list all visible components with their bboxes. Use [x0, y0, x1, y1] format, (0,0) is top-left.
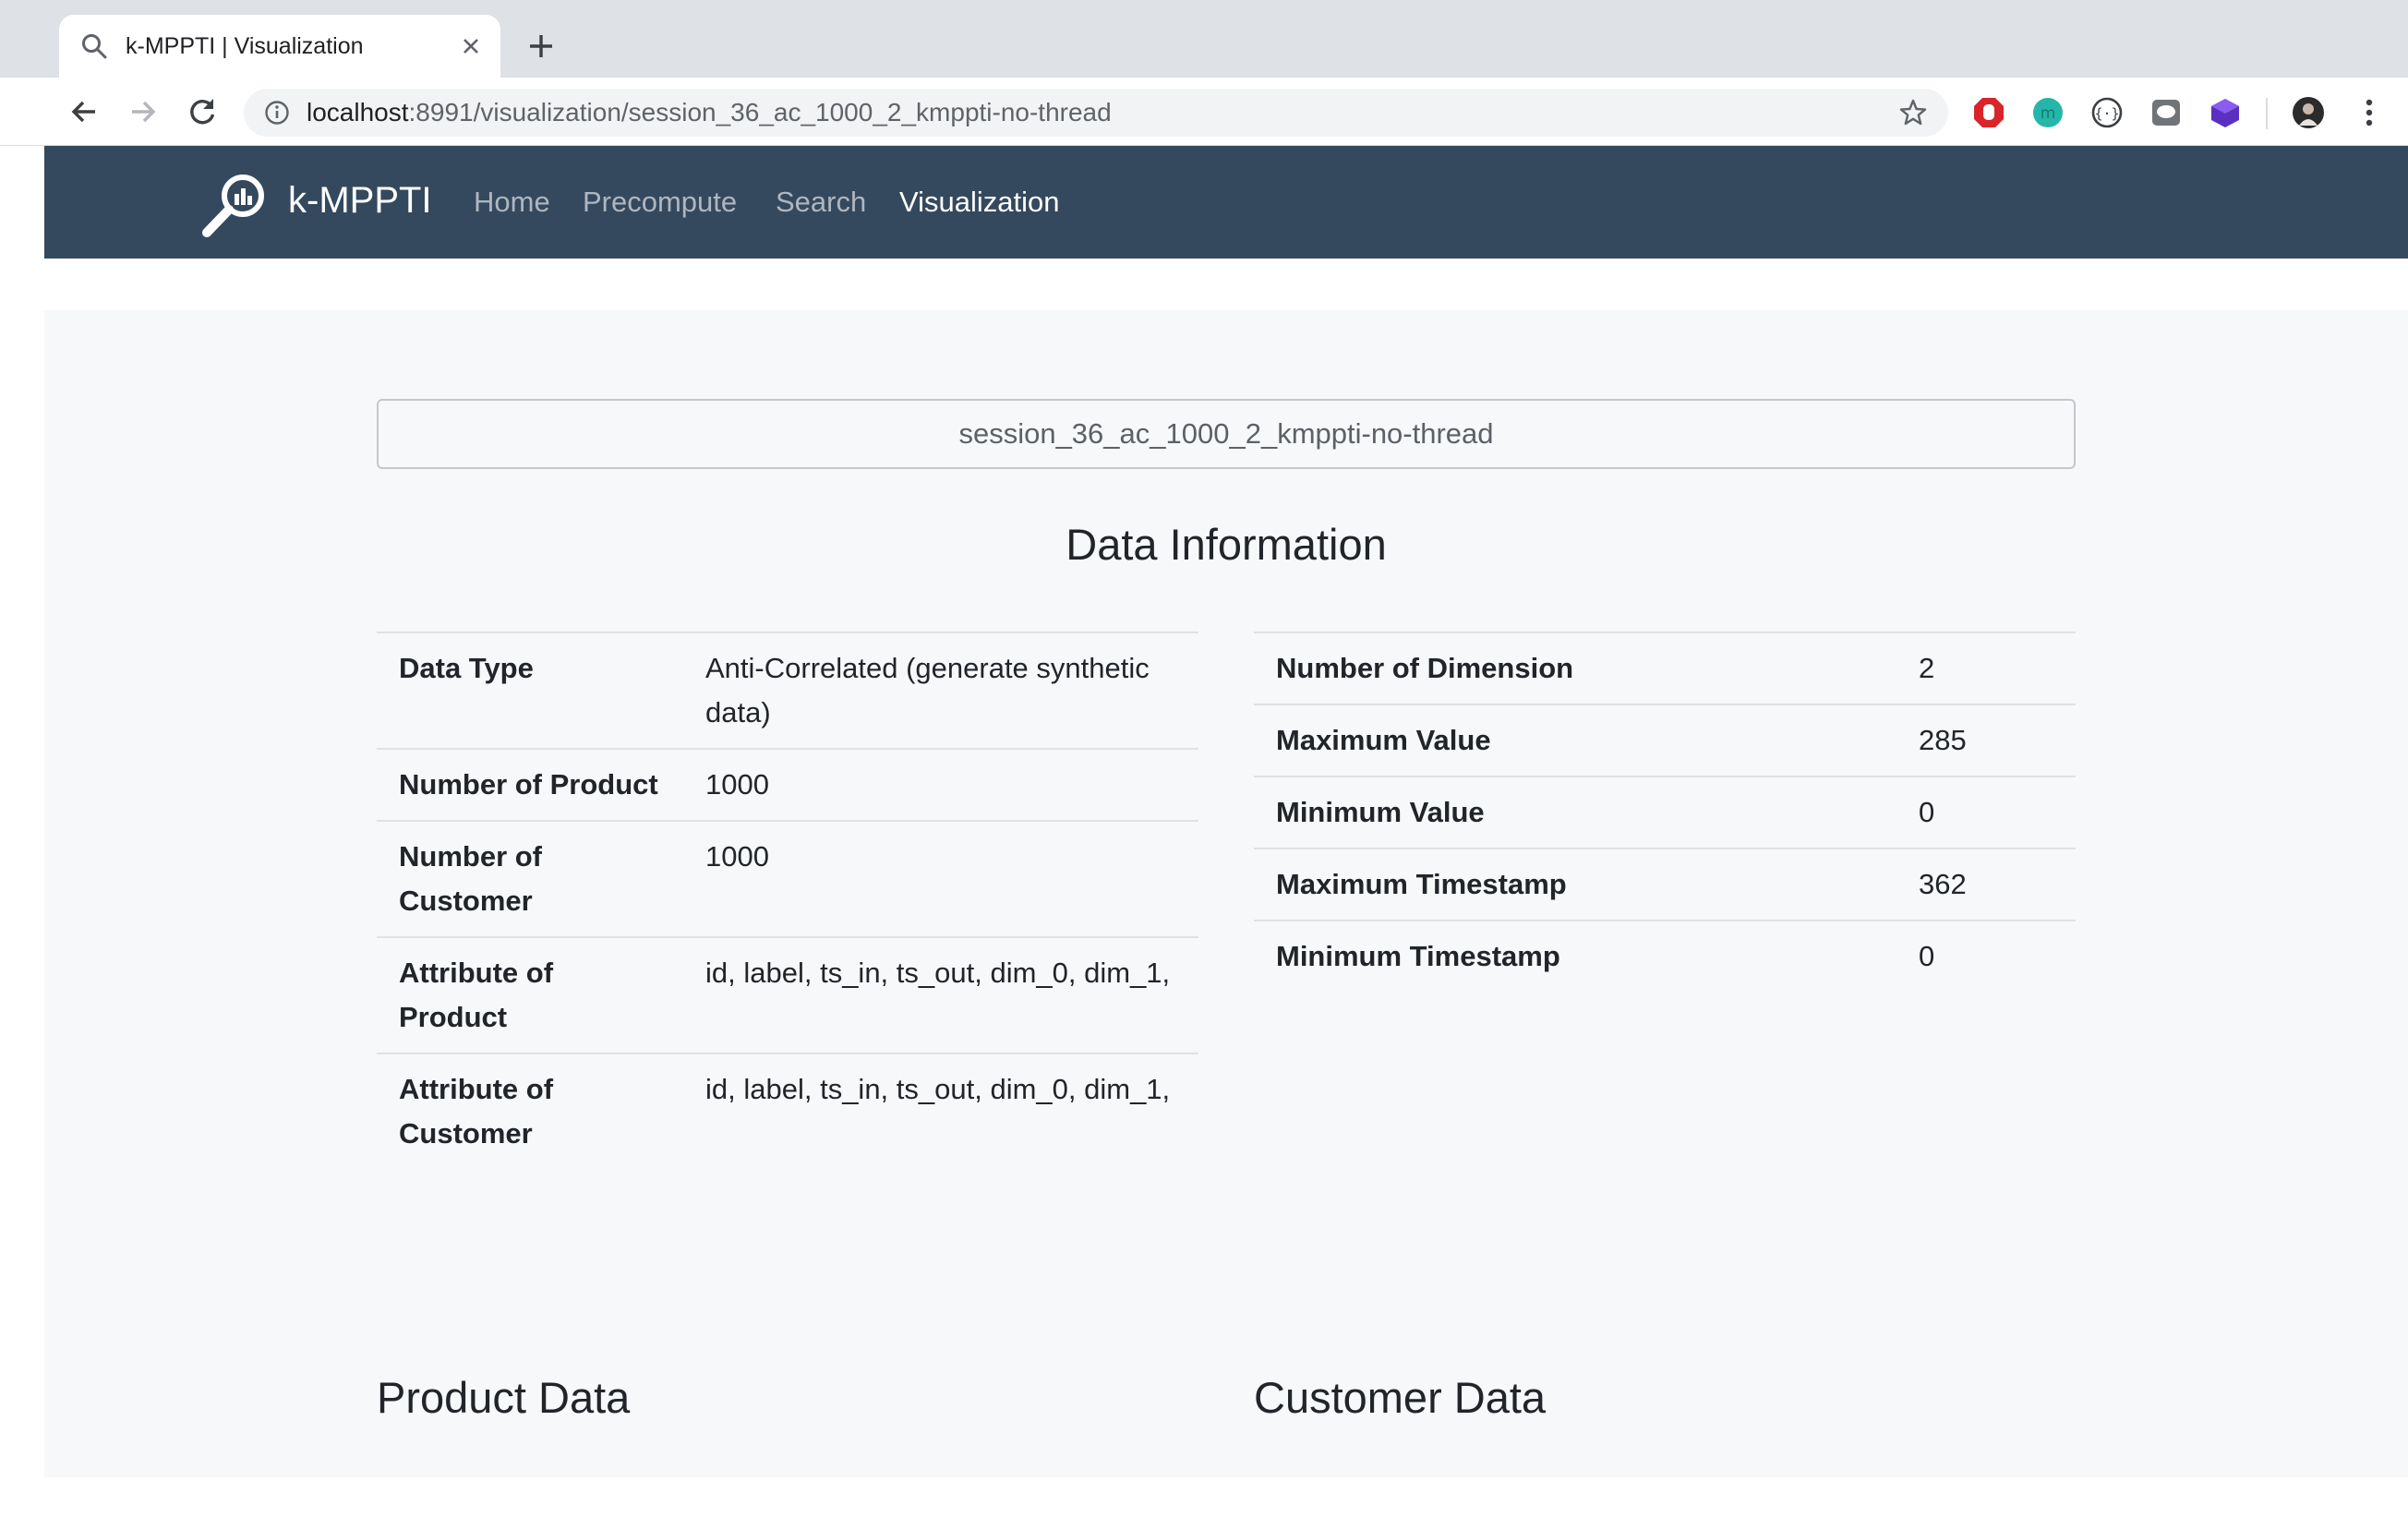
table-row: Attribute of Customer id, label, ts_in, t… [377, 1053, 1198, 1169]
session-id-box: session_36_ac_1000_2_kmppti-no-thread [377, 399, 2076, 469]
row-value: id, label, ts_in, ts_out, dim_0, dim_1, [683, 1053, 1198, 1169]
url-host: localhost [307, 98, 409, 126]
svg-text:{·}: {·} [2094, 105, 2119, 122]
table-row: Minimum Timestamp 0 [1254, 920, 2076, 992]
main-content: session_36_ac_1000_2_kmppti-no-thread Da… [44, 310, 2408, 1477]
row-label: Minimum Timestamp [1254, 920, 1896, 992]
row-value: 2 [1896, 632, 2076, 704]
row-label: Attribute of Product [377, 936, 683, 1053]
magnifier-chart-logo-icon[interactable] [199, 168, 271, 240]
table-row: Number of Customer 1000 [377, 820, 1198, 937]
row-value: 0 [1896, 776, 2076, 849]
nav-search[interactable]: Search [776, 183, 866, 222]
json-viewer-extension-icon[interactable]: {·} [2090, 96, 2124, 129]
nav-precompute[interactable]: Precompute [583, 183, 737, 222]
browser-toolbar: localhost:8991/visualization/session_36_… [0, 78, 2408, 146]
toolbar-divider [2266, 98, 2268, 129]
search-icon [82, 34, 107, 59]
url-path: :8991/visualization/session_36_ac_1000_2… [408, 98, 1112, 126]
row-label: Maximum Value [1254, 704, 1896, 777]
data-info-left-table: Data Type Anti-Correlated (generate synth… [377, 632, 1198, 1169]
row-value: 1000 [683, 820, 1198, 937]
product-data-heading: Product Data [377, 1373, 631, 1422]
row-value: 362 [1896, 848, 2076, 921]
back-arrow-icon[interactable] [66, 94, 102, 129]
table-row: Minimum Value 0 [1254, 776, 2076, 849]
bookmark-star-icon[interactable] [1898, 98, 1928, 127]
more-menu-icon[interactable] [2354, 96, 2384, 129]
row-value: 0 [1896, 920, 2076, 992]
table-row: Maximum Value 285 [1254, 704, 2076, 777]
table-row: Attribute of Product id, label, ts_in, ts… [377, 936, 1198, 1053]
row-value: id, label, ts_in, ts_out, dim_0, dim_1, [683, 936, 1198, 1053]
teal-extension-icon[interactable]: m [2031, 96, 2065, 129]
row-label: Minimum Value [1254, 776, 1896, 849]
table-row: Number of Product 1000 [377, 748, 1198, 821]
nav-home[interactable]: Home [474, 183, 550, 222]
profile-avatar[interactable] [2292, 96, 2325, 129]
row-label: Attribute of Customer [377, 1053, 683, 1169]
customer-data-heading: Customer Data [1254, 1373, 1547, 1422]
browser-tab-strip: k-MPPTI | Visualization [0, 0, 2408, 78]
table-row: Maximum Timestamp 362 [1254, 848, 2076, 921]
row-label: Number of Dimension [1254, 632, 1896, 704]
row-value: 1000 [683, 748, 1198, 821]
new-tab-plus-icon[interactable] [524, 30, 558, 63]
row-label: Data Type [377, 632, 683, 749]
reload-icon[interactable] [185, 94, 220, 129]
table-row: Data Type Anti-Correlated (generate synth… [377, 632, 1198, 749]
row-label: Number of Customer [377, 820, 683, 937]
tab-title: k-MPPTI | Visualization [126, 33, 364, 59]
row-label: Number of Product [377, 748, 683, 821]
brand-name[interactable]: k-MPPTI [288, 177, 432, 223]
nav-visualization[interactable]: Visualization [899, 183, 1059, 222]
adblock-extension-icon[interactable] [1972, 96, 2005, 129]
data-info-right-table: Number of Dimension 2 Maximum Value 285 Mi… [1254, 632, 2076, 992]
address-bar[interactable]: localhost:8991/visualization/session_36_… [244, 89, 1948, 137]
browser-tab[interactable]: k-MPPTI | Visualization [59, 15, 500, 78]
table-row: Number of Dimension 2 [1254, 632, 2076, 704]
row-value: 285 [1896, 704, 2076, 777]
app-navbar: k-MPPTI Home Precompute Search Visualiza… [44, 146, 2408, 259]
forward-arrow-icon[interactable] [126, 94, 161, 129]
info-icon[interactable] [264, 100, 290, 126]
row-value: Anti-Correlated (generate synthetic data… [683, 632, 1198, 749]
row-label: Maximum Timestamp [1254, 848, 1896, 921]
close-icon[interactable] [456, 31, 486, 61]
purple-cube-extension-icon[interactable] [2209, 96, 2242, 129]
data-information-title: Data Information [1066, 520, 1387, 569]
svg-text:m: m [2041, 104, 2056, 123]
url-text[interactable]: localhost:8991/visualization/session_36_… [307, 98, 1112, 127]
chat-extension-icon[interactable] [2149, 96, 2183, 129]
